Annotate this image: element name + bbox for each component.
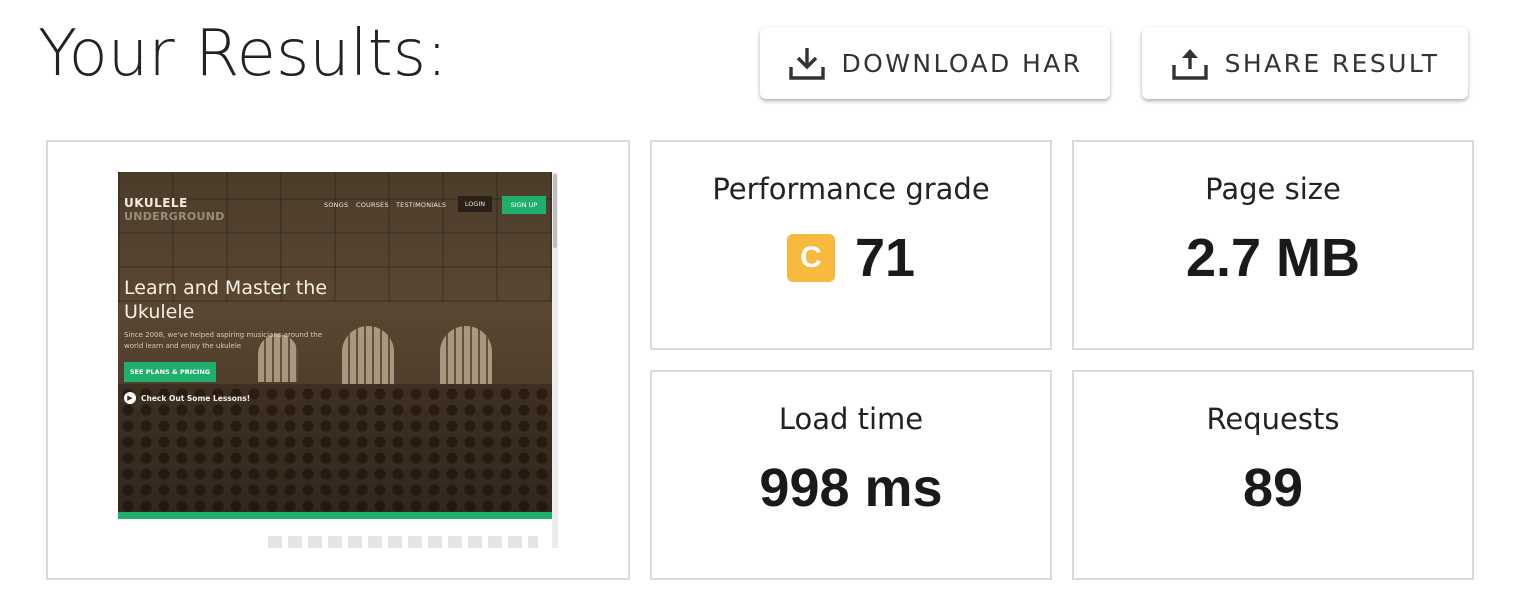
load-time-value: 998 ms bbox=[759, 458, 943, 518]
share-result-button[interactable]: SHARE RESULT bbox=[1142, 27, 1468, 99]
site-lessons-label: Check Out Some Lessons! bbox=[141, 393, 251, 403]
site-signup-button: SIGN UP bbox=[502, 196, 546, 214]
hall-window bbox=[342, 326, 394, 384]
requests-label: Requests bbox=[1206, 402, 1340, 436]
site-login-button: LOGIN bbox=[458, 196, 492, 212]
requests-value: 89 bbox=[1242, 458, 1304, 518]
screenshot-hero: UKULELE UNDERGROUND SONGS COURSES TESTIM… bbox=[118, 172, 552, 512]
site-nav-testimonials: TESTIMONIALS bbox=[396, 201, 447, 209]
play-icon: ▶ bbox=[124, 392, 136, 404]
download-har-button[interactable]: DOWNLOAD HAR bbox=[760, 27, 1110, 99]
website-screenshot-card: UKULELE UNDERGROUND SONGS COURSES TESTIM… bbox=[46, 140, 630, 580]
performance-score: 71 bbox=[854, 228, 916, 288]
share-result-label: SHARE RESULT bbox=[1224, 48, 1440, 78]
site-nav-courses: COURSES bbox=[356, 201, 389, 209]
site-logo-sub: UNDERGROUND bbox=[124, 210, 225, 223]
download-har-label: DOWNLOAD HAR bbox=[841, 48, 1083, 78]
page-size-card: Page size 2.7 MB bbox=[1072, 140, 1474, 350]
site-cta-button: SEE PLANS & PRICING bbox=[124, 362, 216, 382]
site-logo: UKULELE bbox=[124, 196, 188, 210]
load-time-card: Load time 998 ms bbox=[650, 370, 1052, 580]
performance-grade-card: Performance grade C 71 bbox=[650, 140, 1052, 350]
performance-grade-value-row: C 71 bbox=[652, 226, 1050, 290]
page-size-value: 2.7 MB bbox=[1185, 228, 1361, 288]
site-lessons-link: ▶ Check Out Some Lessons! bbox=[124, 392, 250, 404]
website-screenshot: UKULELE UNDERGROUND SONGS COURSES TESTIM… bbox=[118, 172, 558, 548]
site-green-bar bbox=[118, 512, 552, 519]
screenshot-faded-text bbox=[268, 536, 538, 548]
load-time-label: Load time bbox=[778, 402, 924, 436]
page-title: Your Results: bbox=[38, 17, 448, 91]
screenshot-scroll-thumb bbox=[553, 174, 557, 248]
hall-window bbox=[440, 326, 492, 384]
site-nav-songs: SONGS bbox=[324, 201, 349, 209]
site-subtext: Since 2008, we've helped aspiring musici… bbox=[124, 331, 323, 350]
performance-grade-label: Performance grade bbox=[712, 172, 990, 206]
page-size-label: Page size bbox=[1205, 172, 1341, 206]
requests-card: Requests 89 bbox=[1072, 370, 1474, 580]
download-icon bbox=[788, 45, 826, 81]
grade-badge: C bbox=[786, 234, 835, 282]
site-headline: Learn and Master the Ukulele bbox=[124, 277, 328, 323]
share-icon bbox=[1171, 45, 1209, 81]
